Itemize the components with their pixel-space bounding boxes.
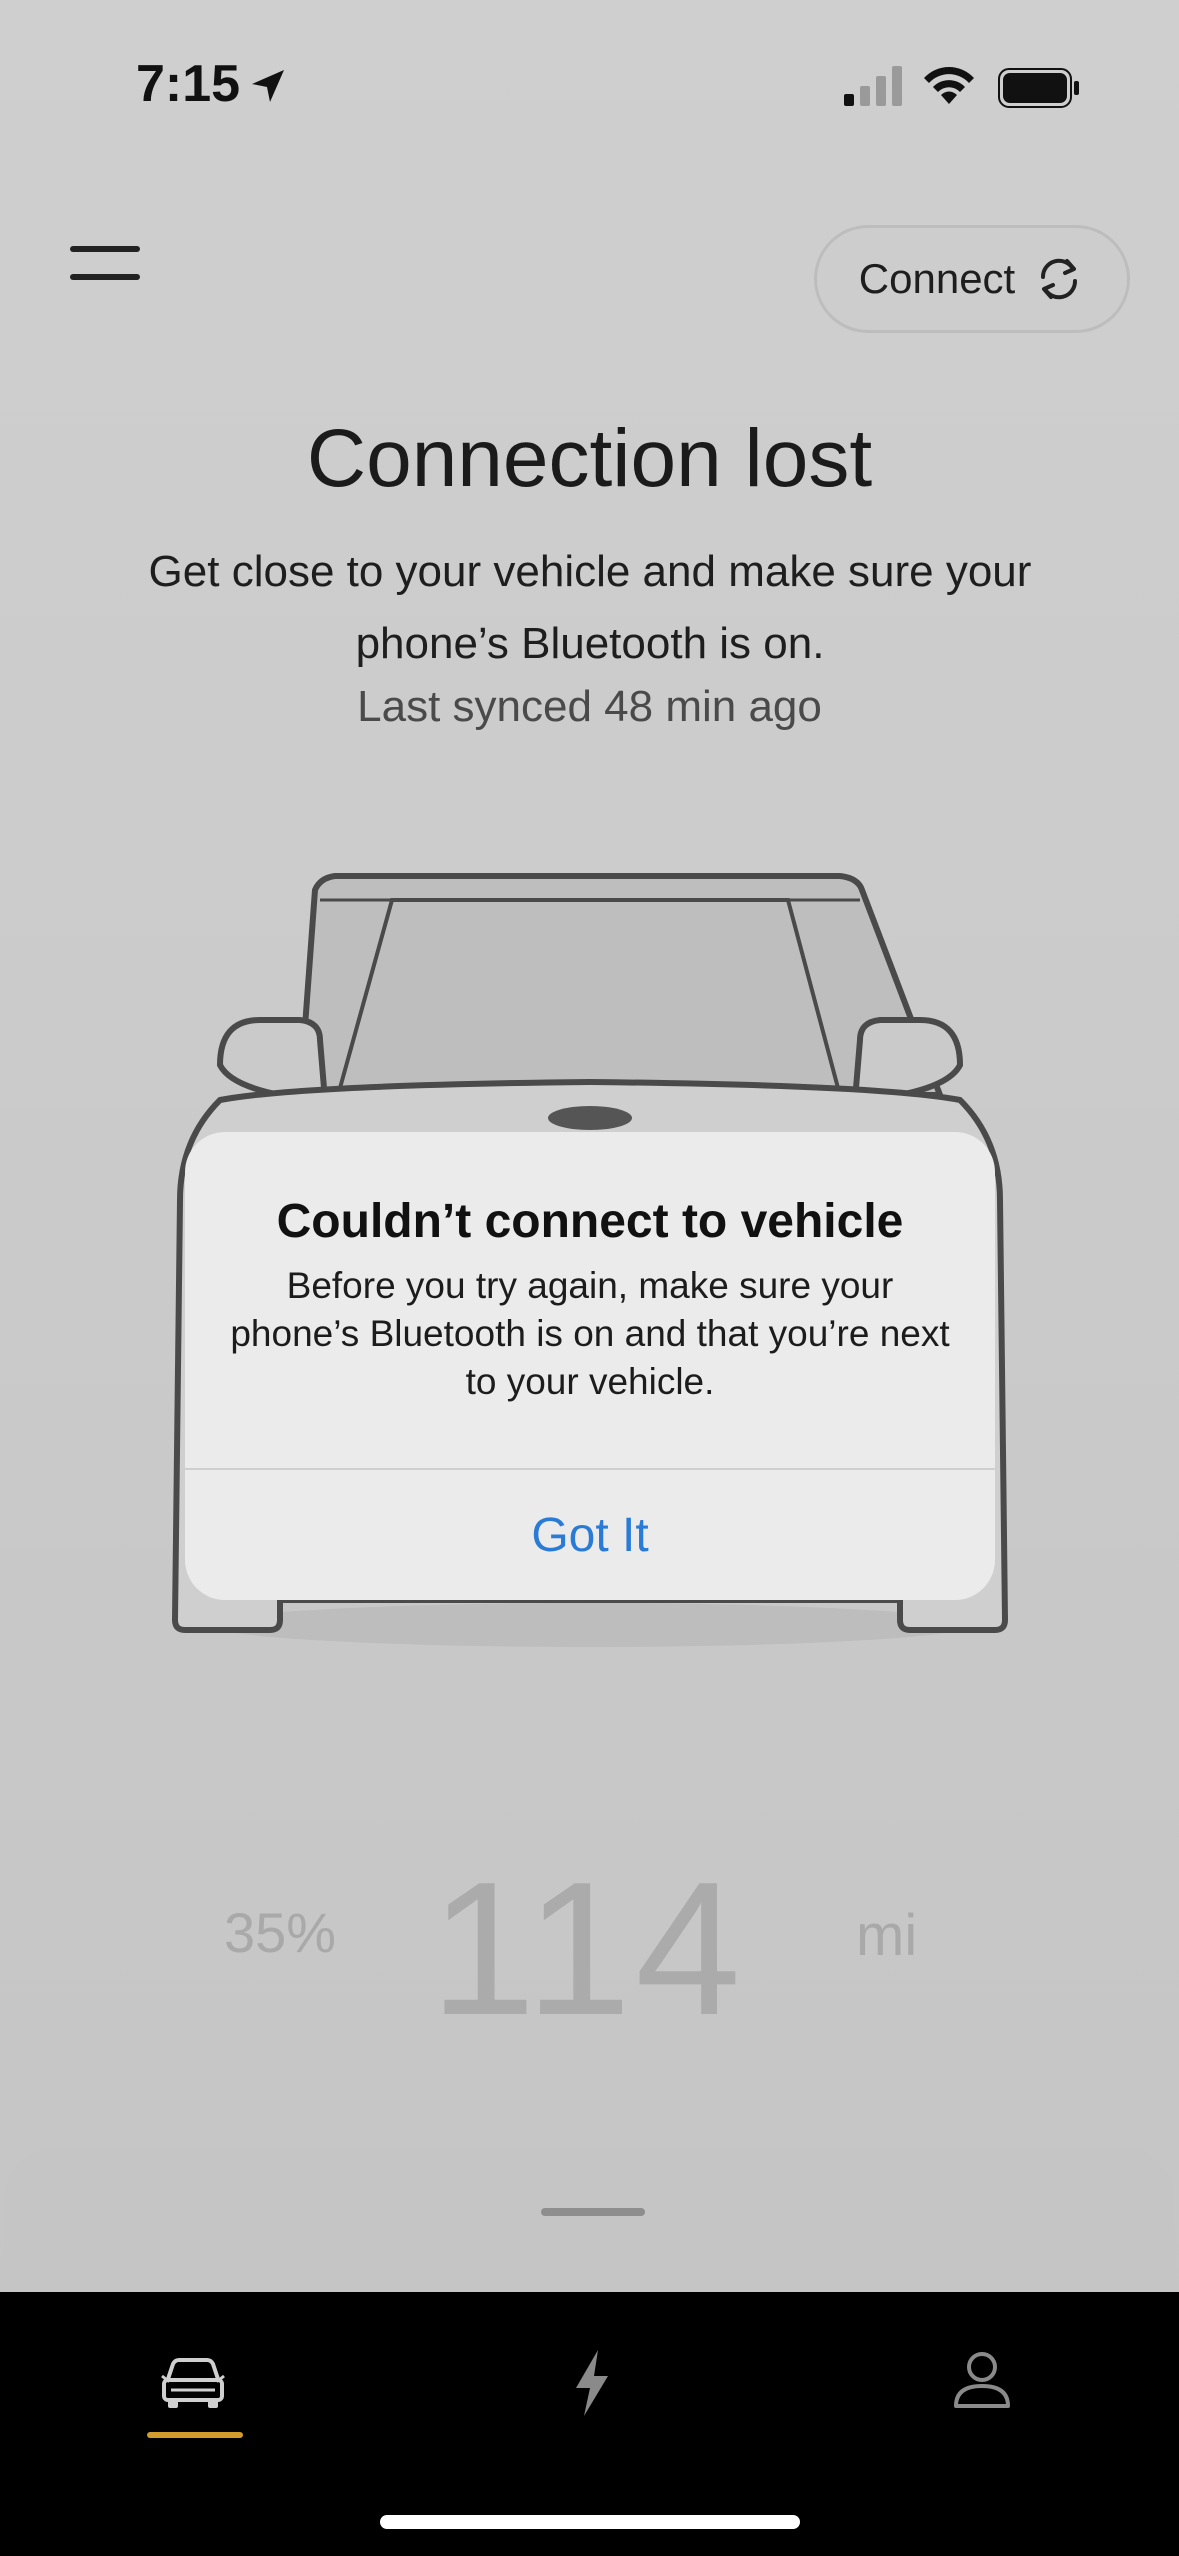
battery-icon [998,68,1079,108]
tab-profile[interactable] [882,2292,1082,2482]
tab-vehicle[interactable] [95,2292,295,2482]
status-time: 7:15 [136,55,241,113]
lightning-icon [576,2350,608,2416]
menu-icon-line [70,274,140,280]
connect-label: Connect [858,255,1016,302]
menu-button[interactable] [70,240,142,286]
range-unit: mi [856,1903,918,1968]
battery-percent: 35% [224,1901,337,1964]
location-arrow-icon [252,70,284,102]
alert-message: Before you try again, make sure your pho… [230,1265,950,1402]
page-title: Connection lost [306,413,873,504]
status-bar: 7:15 [0,0,1179,160]
car-icon [161,2358,225,2408]
selected-tab-indicator [147,2432,243,2438]
app-screen: 7:15 Connect Connection lost Get close t… [0,0,1179,2556]
menu-icon-line [70,246,140,252]
person-icon [954,2352,1010,2408]
refresh-icon [1041,258,1078,300]
cellular-signal-icon [844,66,902,106]
range-value: 114 [430,1843,745,2055]
connect-button[interactable]: Connect [814,225,1130,333]
tab-charging[interactable] [490,2292,690,2482]
last-synced-text: Last synced 48 min ago [357,682,822,731]
home-indicator[interactable] [380,2515,800,2529]
alert-title: Couldn’t connect to vehicle [276,1195,904,1248]
wifi-icon [924,67,974,104]
range-display: 35% 114 mi [0,1840,1179,2055]
alert-dialog: Couldn’t connect to vehicle Before you t… [185,1132,995,1600]
page-subtitle: Get close to your vehicle and make sure … [148,547,1032,668]
got-it-button[interactable]: Got It [185,1470,995,1600]
sheet-grabber-handle[interactable] [541,2208,645,2216]
